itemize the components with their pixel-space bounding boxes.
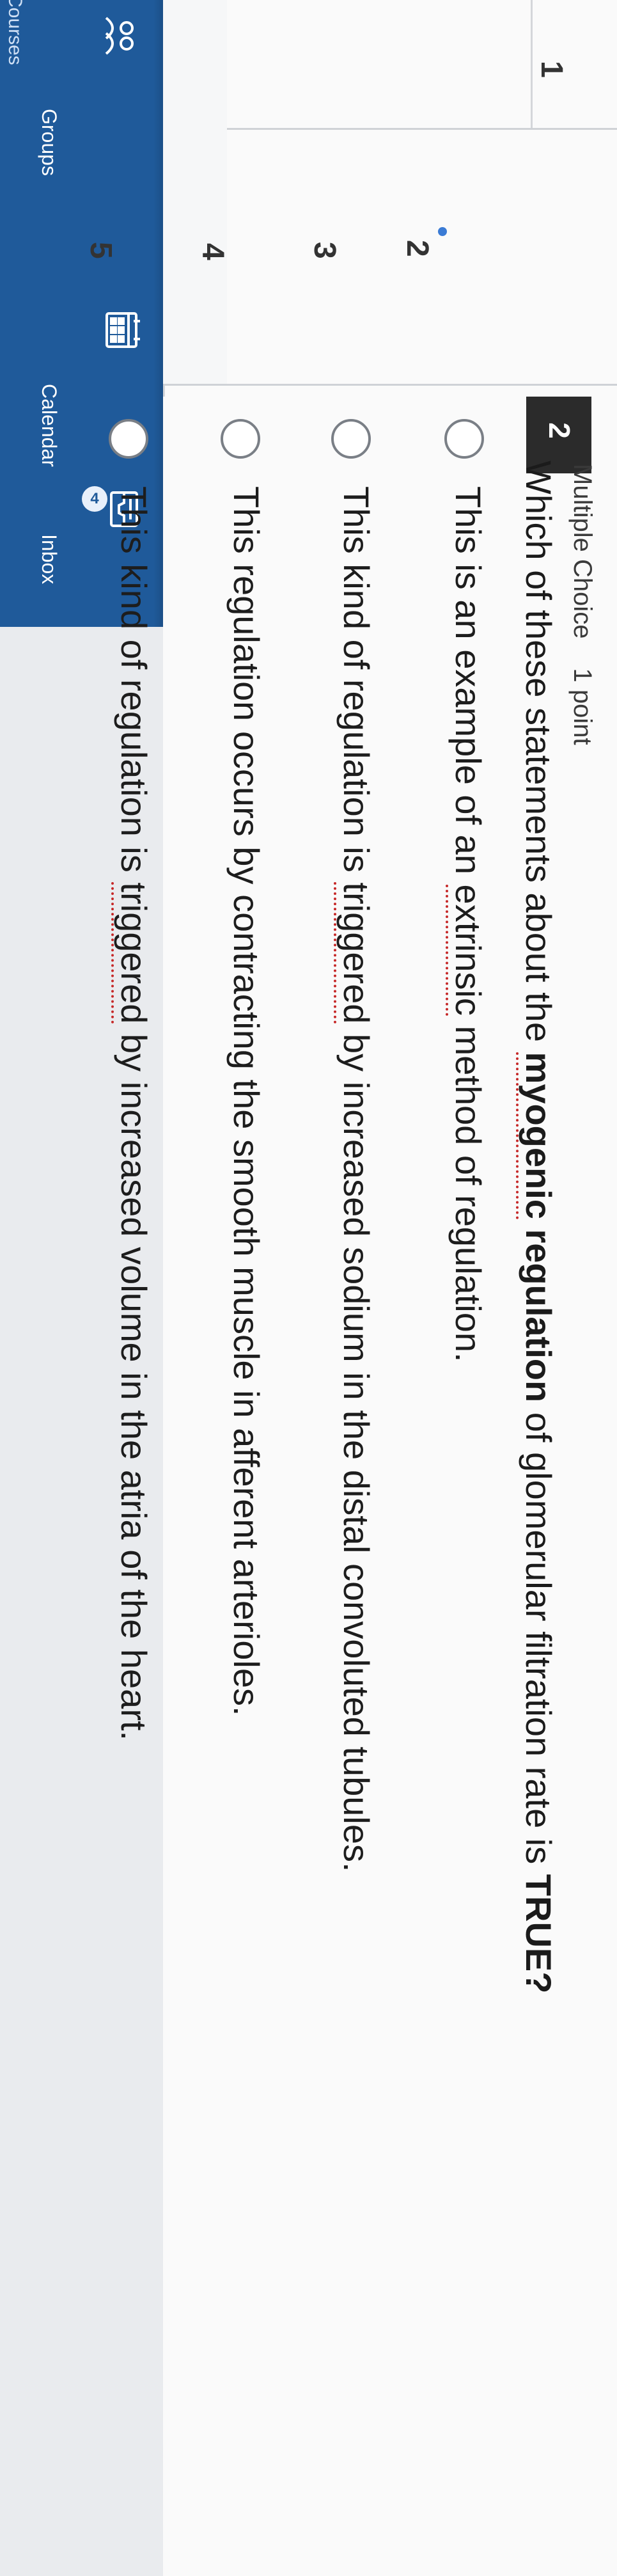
nav-item-inbox-label: Inbox — [38, 534, 61, 585]
nav-item-groups[interactable]: Groups — [0, 0, 163, 176]
nav-item-calendar-label: Calendar — [38, 384, 61, 467]
radio-option-b[interactable] — [331, 419, 371, 459]
option-d-text: This kind of regulation is triggered by … — [111, 486, 155, 1741]
option-b-text: This kind of regulation is triggered by … — [334, 486, 377, 1872]
grid-line — [163, 384, 617, 386]
radio-option-a[interactable] — [444, 419, 484, 459]
prompt-true: TRUE? — [519, 1874, 559, 1994]
question-prompt: Which of these statements about the myog… — [516, 461, 559, 1994]
option-a-text: This is an example of an extrinsic metho… — [446, 486, 489, 1363]
question-nav-5[interactable]: 5 — [83, 242, 118, 259]
groups-icon — [96, 13, 142, 59]
question-nav-1[interactable]: 1 — [534, 61, 569, 78]
question-nav-4[interactable]: 4 — [195, 243, 230, 260]
prompt-pre: Which of these statements about the — [519, 461, 559, 1052]
option-c-text: This regulation occurs by contracting th… — [226, 486, 267, 1716]
radio-option-c[interactable] — [221, 419, 260, 459]
question-nav-column — [163, 0, 227, 384]
question-nav-3[interactable]: 3 — [307, 242, 342, 259]
prompt-regulation: regulation — [519, 1219, 559, 1403]
prompt-post: of glomerular filtration rate is — [519, 1402, 559, 1874]
current-question-indicator — [438, 227, 447, 236]
grid-line — [531, 0, 533, 128]
nav-item-calendar[interactable]: Calendar — [0, 281, 163, 467]
calendar-icon — [99, 307, 145, 353]
nav-item-groups-label: Groups — [38, 109, 61, 176]
prompt-myogenic: myogenic — [516, 1052, 559, 1219]
question-type: Multiple Choice — [568, 464, 597, 639]
question-nav-2[interactable]: 2 — [400, 240, 435, 257]
radio-option-d[interactable] — [109, 419, 148, 459]
question-points: 1 point — [568, 668, 597, 745]
inbox-badge: 4 — [82, 486, 107, 512]
grid-line — [163, 128, 617, 130]
question-number: 2 — [543, 422, 576, 439]
question-meta: Multiple Choice 1 point — [568, 464, 597, 745]
